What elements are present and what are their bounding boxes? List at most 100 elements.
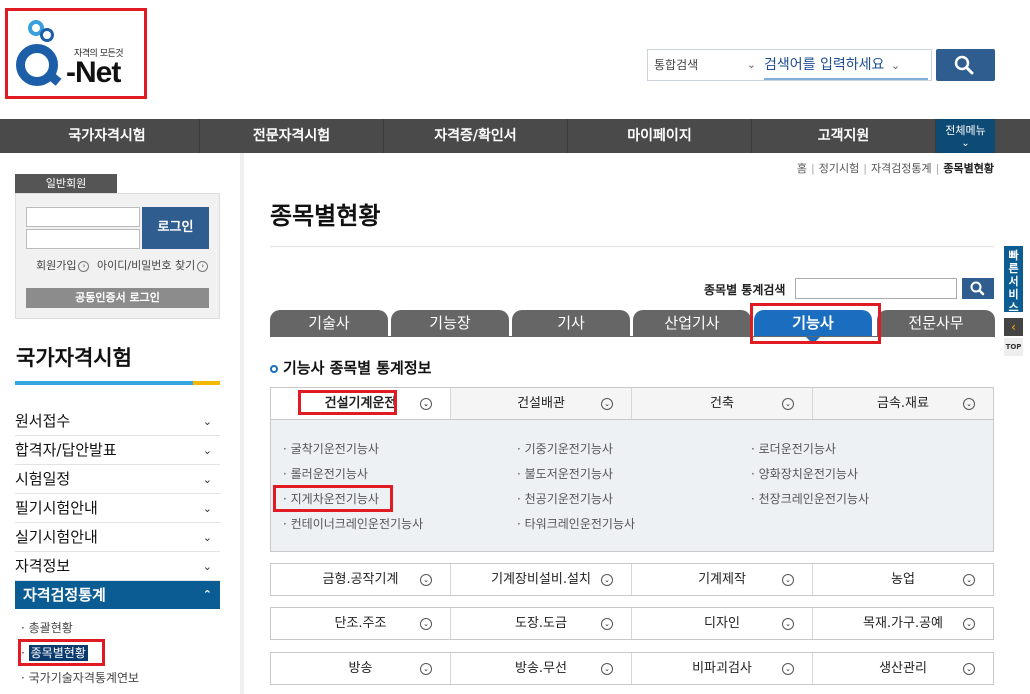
sidebar-item-written-exam[interactable]: 필기시험안내 ⌄ xyxy=(15,494,220,523)
category-broadcast-wireless[interactable]: 방송.무선 ⌄ xyxy=(451,653,632,684)
chevron-down-icon: ⌄ xyxy=(601,574,613,586)
stat-search-label: 종목별 통계검색 xyxy=(704,283,786,297)
search-scope-value: 통합검색 xyxy=(654,58,699,72)
id-input[interactable] xyxy=(26,207,140,227)
category-design[interactable]: 디자인 ⌄ xyxy=(632,608,813,639)
title-divider xyxy=(270,246,994,247)
qualification-item[interactable]: · 타워크레인운전기능사 xyxy=(517,515,635,532)
category-label: 건축 xyxy=(710,396,734,411)
tab-industrial-engineer[interactable]: 산업기사 xyxy=(633,310,751,337)
qnet-logo[interactable]: 자격의 모든것 -Net xyxy=(14,18,138,94)
category-label: 방송 xyxy=(348,661,373,676)
find-account-link[interactable]: 아이디/비밀번호 찾기 › xyxy=(97,257,209,273)
quick-service-label: 빠른서비스 xyxy=(1008,249,1019,314)
quick-service-button[interactable]: 빠른서비스 xyxy=(1004,246,1023,314)
category-machine-manufacturing[interactable]: 기계제작 ⌄ xyxy=(632,564,813,595)
sidebar-item-label: 합격자/답안발표 xyxy=(15,441,117,459)
section-heading-text: 기능사 종목별 통계정보 xyxy=(283,359,432,377)
sidebar-item-results[interactable]: 합격자/답안발표 ⌄ xyxy=(15,436,220,465)
scroll-top-button[interactable]: TOP xyxy=(1004,338,1023,356)
join-label: 회원가입 xyxy=(36,259,77,272)
search-input[interactable]: 검색어를 입력하세요 ⌄ xyxy=(764,50,928,80)
qualification-label: 롤러운전기능사 xyxy=(290,467,368,481)
chevron-up-icon: ⌃ xyxy=(202,588,212,601)
category-wood-furniture[interactable]: 목재.가구.공예 ⌄ xyxy=(813,608,993,639)
chevron-down-icon: ⌄ xyxy=(202,473,212,486)
sidebar-item-practical-exam[interactable]: 실기시험안내 ⌄ xyxy=(15,523,220,552)
breadcrumb-regular-exam[interactable]: 정기시험 xyxy=(819,162,859,175)
gnb-national-exam[interactable]: 국가자격시험 xyxy=(15,119,200,153)
sidebar-item-label: 자격검정통계 xyxy=(23,586,106,604)
qualification-item[interactable]: · 천공기운전기능사 xyxy=(517,490,613,507)
sidebar-item-label: 시험일정 xyxy=(15,470,71,488)
qualification-item[interactable]: · 로더운전기능사 xyxy=(751,440,836,457)
sidebar-item-statistics[interactable]: 자격검정통계 ⌃ xyxy=(15,581,220,609)
tab-master-craftsman[interactable]: 기능장 xyxy=(391,310,509,337)
category-metal-materials[interactable]: 금속.재료 ⌄ xyxy=(813,388,993,419)
sub-item-yearbook[interactable]: · 국가기술자격통계연보 xyxy=(21,669,139,686)
category-row-4: 방송 ⌄ 방송.무선 ⌄ 비파괴검사 ⌄ 생산관리 ⌄ xyxy=(270,652,994,685)
category-broadcast[interactable]: 방송 ⌄ xyxy=(271,653,451,684)
category-architecture[interactable]: 건축 ⌄ xyxy=(632,388,813,419)
left-divider xyxy=(240,153,244,694)
category-label: 건설기계운전 xyxy=(324,396,397,411)
sidebar-item-application[interactable]: 원서접수 ⌄ xyxy=(15,407,220,436)
certificate-login-button[interactable]: 공동인증서 로그인 xyxy=(26,288,209,308)
category-label: 건설배관 xyxy=(517,396,565,411)
category-construction-piping[interactable]: 건설배관 ⌄ xyxy=(451,388,632,419)
qualification-item[interactable]: · 양화장치운전기능사 xyxy=(751,465,858,482)
page-title: 종목별현황 xyxy=(270,202,381,230)
category-production-management[interactable]: 생산관리 ⌄ xyxy=(813,653,993,684)
gnb-mypage[interactable]: 마이페이지 xyxy=(568,119,752,153)
qualification-item[interactable]: · 천장크레인운전기능사 xyxy=(751,490,869,507)
gnb-professional-exam[interactable]: 전문자격시험 xyxy=(200,119,384,153)
search-scope-select[interactable]: 통합검색 ⌄ xyxy=(648,50,760,80)
category-construction-machinery[interactable]: 건설기계운전 ⌄ xyxy=(271,388,451,419)
sidebar-item-label: 필기시험안내 xyxy=(15,499,98,517)
chevron-down-icon: ⌄ xyxy=(601,398,613,410)
breadcrumb: 홈 | 정기시험 | 자격검정통계 | 종목별현황 xyxy=(796,162,994,175)
category-nondestructive-test[interactable]: 비파괴검사 ⌄ xyxy=(632,653,813,684)
qualification-item[interactable]: · 컨테이너크레인운전기능사 xyxy=(283,515,423,532)
tab-engineer[interactable]: 기사 xyxy=(512,310,630,337)
chevron-down-icon: ⌄ xyxy=(420,663,432,675)
qualification-item[interactable]: · 불도저운전기능사 xyxy=(517,465,613,482)
qualification-item[interactable]: · 롤러운전기능사 xyxy=(283,465,368,482)
sub-item-by-item[interactable]: · 종목별현황 xyxy=(21,644,88,661)
login-button[interactable]: 로그인 xyxy=(142,207,209,249)
category-agriculture[interactable]: 농업 ⌄ xyxy=(813,564,993,595)
chevron-down-icon: ⌄ xyxy=(963,398,975,410)
qualification-item[interactable]: · 굴착기운전기능사 xyxy=(283,440,379,457)
gnb-support[interactable]: 고객지원 xyxy=(752,119,936,153)
all-menu-button[interactable]: 전체메뉴 ⌄ xyxy=(936,119,995,153)
category-machine-equipment[interactable]: 기계장비설비.설치 ⌄ xyxy=(451,564,632,595)
join-link[interactable]: 회원가입 › xyxy=(36,257,90,273)
qualification-forklift[interactable]: · 지게차운전기능사 xyxy=(283,490,379,507)
search-button[interactable] xyxy=(936,49,995,81)
sidebar-item-schedule[interactable]: 시험일정 ⌄ xyxy=(15,465,220,494)
gnb-certificate[interactable]: 자격증/확인서 xyxy=(384,119,568,153)
active-tab-pointer xyxy=(806,337,820,344)
chevron-left-icon[interactable]: ‹ xyxy=(1004,318,1023,336)
breadcrumb-home[interactable]: 홈 xyxy=(797,162,807,175)
tab-craftsman[interactable]: 기능사 xyxy=(754,310,872,337)
category-label: 디자인 xyxy=(704,616,740,631)
sub-item-overview[interactable]: · 총괄현황 xyxy=(21,619,73,636)
tab-professional-engineer[interactable]: 기술사 xyxy=(270,310,388,337)
chevron-down-icon: ⌄ xyxy=(420,398,432,410)
logo-text: -Net xyxy=(66,56,121,89)
sidebar-item-qualification-info[interactable]: 자격정보 ⌄ xyxy=(15,552,220,581)
qualification-item[interactable]: · 기중기운전기능사 xyxy=(517,440,613,457)
stat-search-input[interactable] xyxy=(795,278,957,299)
category-mold-machine-tool[interactable]: 금형.공작기계 ⌄ xyxy=(271,564,451,595)
qualification-label: 천장크레인운전기능사 xyxy=(758,492,870,506)
chevron-down-icon: ⌄ xyxy=(202,531,212,544)
breadcrumb-statistics[interactable]: 자격검정통계 xyxy=(871,162,932,175)
tab-office-services[interactable]: 전문사무 xyxy=(877,310,995,337)
chevron-right-icon: › xyxy=(197,260,209,272)
qualification-label: 천공기운전기능사 xyxy=(524,492,613,506)
category-painting-plating[interactable]: 도장.도금 ⌄ xyxy=(451,608,632,639)
password-input[interactable] xyxy=(26,229,140,249)
category-forging-casting[interactable]: 단조.주조 ⌄ xyxy=(271,608,451,639)
stat-search-button[interactable] xyxy=(962,278,994,299)
